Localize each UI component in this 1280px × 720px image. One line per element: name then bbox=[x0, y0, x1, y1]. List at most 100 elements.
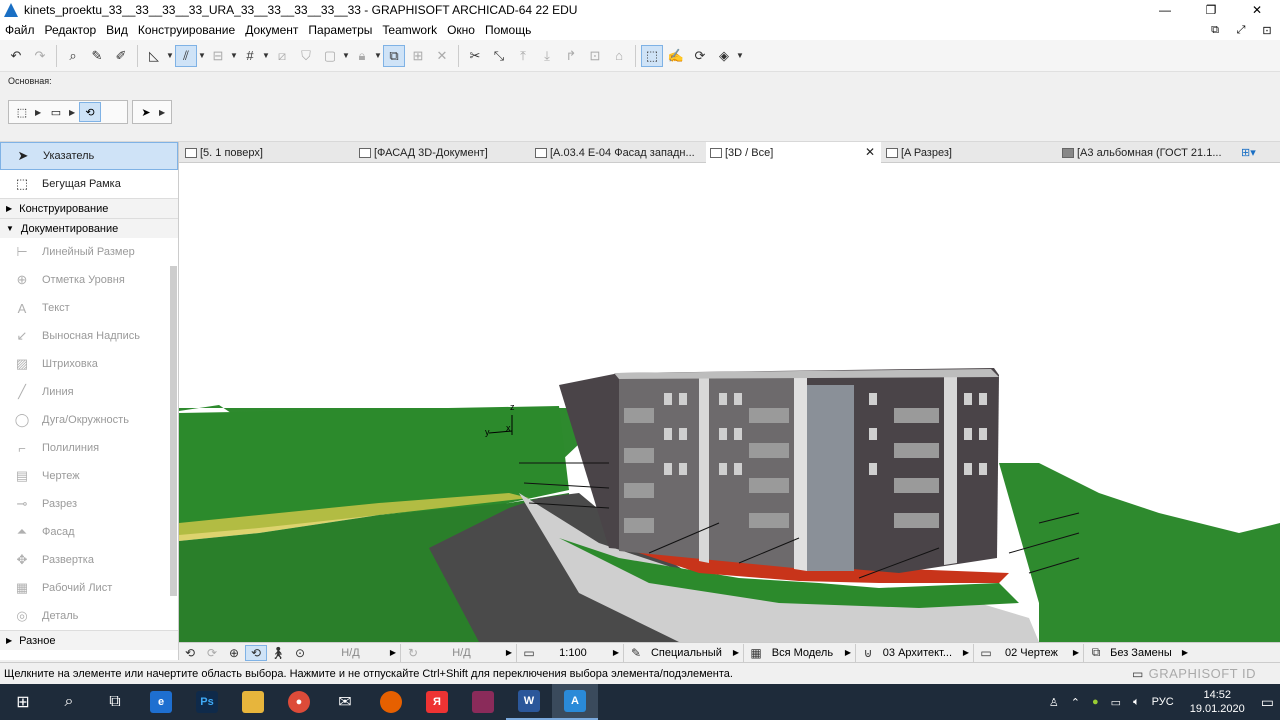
roof-icon[interactable]: ⌂ bbox=[608, 45, 630, 67]
pointer-icon[interactable]: ➤ bbox=[135, 102, 157, 122]
model-view-field[interactable]: ▦ Вся Модель ▶ bbox=[744, 643, 856, 662]
scrollbar-thumb[interactable] bbox=[170, 266, 177, 596]
zoom-in-icon[interactable]: ⊕ bbox=[223, 646, 245, 660]
minimize-button[interactable]: — bbox=[1142, 0, 1188, 20]
tool-text[interactable]: A Текст bbox=[0, 294, 178, 322]
section-design[interactable]: ▶ Конструирование bbox=[0, 198, 178, 218]
menu-edit[interactable]: Редактор bbox=[40, 23, 102, 37]
intersect-icon[interactable]: ⊡ bbox=[584, 45, 606, 67]
people-icon[interactable]: ♙ bbox=[1049, 696, 1059, 709]
tool-polyline[interactable]: ⌐ Полилиния bbox=[0, 434, 178, 462]
tab-3d-all[interactable]: [3D / Все] ✕ bbox=[706, 142, 881, 163]
chevron-down-icon[interactable]: ▼ bbox=[736, 51, 744, 60]
section-documentation[interactable]: ▼ Документирование bbox=[0, 218, 178, 238]
split-icon[interactable]: ⊞ bbox=[407, 45, 429, 67]
tab-list-button[interactable]: ⊞▾ bbox=[1237, 142, 1277, 163]
align-icon[interactable]: ⤓ bbox=[536, 45, 558, 67]
find-select-icon[interactable]: ⌕ bbox=[62, 45, 84, 67]
archicad-taskbar-icon[interactable]: A bbox=[552, 684, 598, 720]
edit-elements-icon[interactable]: ✍ bbox=[665, 45, 687, 67]
tool-detail[interactable]: ◎ Деталь bbox=[0, 602, 178, 630]
tool-marquee[interactable]: ⬚ Бегущая Рамка bbox=[0, 170, 178, 198]
app-tray-icon[interactable]: ● bbox=[1092, 696, 1099, 708]
tool-drawing[interactable]: ▤ Чертеж bbox=[0, 462, 178, 490]
tool-level[interactable]: ⊕ Отметка Уровня bbox=[0, 266, 178, 294]
trace-reference-icon[interactable]: ⧉ bbox=[383, 44, 405, 67]
tab-3d-document[interactable]: [ФАСАД 3D-Документ] bbox=[355, 142, 527, 163]
grid-snap-icon[interactable]: # bbox=[239, 45, 261, 67]
windows-start-icon[interactable]: ⊞ bbox=[0, 684, 46, 720]
photoshop-icon[interactable]: Ps bbox=[184, 684, 230, 720]
chevron-down-icon[interactable]: ▼ bbox=[262, 51, 270, 60]
selection-rotate-icon[interactable]: ⟲ bbox=[79, 102, 101, 122]
marquee-select-icon[interactable]: ⬚ bbox=[641, 44, 663, 67]
zoom-field[interactable]: Н/Д ▶ bbox=[311, 643, 401, 662]
menu-document[interactable]: Документ bbox=[240, 23, 303, 37]
tab-section[interactable]: [A Разрез] bbox=[882, 142, 1056, 163]
chevron-right-icon[interactable]: ▶ bbox=[159, 108, 167, 117]
fillet-icon[interactable]: ↱ bbox=[560, 45, 582, 67]
renovation-filter-field[interactable]: ⧉ Без Замены ▶ bbox=[1084, 644, 1192, 662]
notification-icon[interactable]: ▭ bbox=[1261, 694, 1274, 711]
file-explorer-icon[interactable] bbox=[230, 684, 276, 720]
selection-rect-icon[interactable]: ⬚ bbox=[11, 102, 33, 122]
magic-wand-icon[interactable]: ✎ bbox=[86, 45, 108, 67]
chevron-right-icon[interactable]: ▶ bbox=[35, 108, 43, 117]
chevron-right-icon[interactable]: ▶ bbox=[69, 108, 77, 117]
chevron-down-icon[interactable]: ▼ bbox=[198, 51, 206, 60]
tool-elevation[interactable]: ⏶ Фасад bbox=[0, 518, 178, 546]
close-doc-icon[interactable]: ⊡ bbox=[1254, 24, 1280, 37]
menu-window[interactable]: Окно bbox=[442, 23, 480, 37]
toolbox-scrollbar[interactable] bbox=[169, 252, 178, 632]
clock[interactable]: 14:52 19.01.2020 bbox=[1190, 688, 1245, 716]
tool-pointer[interactable]: ➤ Указатель bbox=[0, 142, 178, 170]
tool-line[interactable]: ╱ Линия bbox=[0, 378, 178, 406]
maximize-button[interactable]: ❐ bbox=[1188, 0, 1234, 20]
yandex-browser-icon[interactable]: Я bbox=[414, 684, 460, 720]
tab-floor-plan[interactable]: [5. 1 поверх] bbox=[181, 142, 353, 163]
eyedropper-icon[interactable]: ✐ bbox=[110, 45, 132, 67]
snap-guides-icon[interactable]: ⫽ bbox=[175, 44, 197, 67]
tool-arc[interactable]: ◯ Дуга/Окружность bbox=[0, 406, 178, 434]
tool-dimension[interactable]: ⊢ Линейный Размер bbox=[0, 238, 178, 266]
menu-help[interactable]: Помощь bbox=[480, 23, 536, 37]
trim-icon[interactable]: ✂ bbox=[464, 45, 486, 67]
edge-browser-icon[interactable]: e bbox=[138, 684, 184, 720]
task-view-icon[interactable]: ⧉ bbox=[92, 684, 138, 720]
mail-icon[interactable]: ✉ bbox=[322, 684, 368, 720]
resize-icon[interactable]: ✕ bbox=[431, 45, 453, 67]
tool-fill[interactable]: ▨ Штриховка bbox=[0, 350, 178, 378]
group-icon[interactable]: ▢ bbox=[319, 45, 341, 67]
menu-view[interactable]: Вид bbox=[101, 23, 133, 37]
graphisoft-id-link[interactable]: GRAPHISOFT ID bbox=[1149, 666, 1280, 681]
selection-poly-icon[interactable]: ▭ bbox=[45, 102, 67, 122]
show-hidden-icons-icon[interactable]: ⌃ bbox=[1071, 696, 1080, 709]
menu-options[interactable]: Параметры bbox=[303, 23, 377, 37]
restore-doc-icon[interactable]: ⧉ bbox=[1202, 24, 1228, 37]
tab-layout[interactable]: [А3 альбомная (ГОСТ 21.1... bbox=[1058, 142, 1232, 163]
chevron-down-icon[interactable]: ▼ bbox=[166, 51, 174, 60]
layer-icon[interactable]: ⛉ bbox=[295, 45, 317, 67]
redo-view-icon[interactable]: ⟳ bbox=[201, 646, 223, 660]
menu-design[interactable]: Конструирование bbox=[133, 23, 240, 37]
undo-icon[interactable]: ↶ bbox=[5, 45, 27, 67]
lock-icon[interactable]: 🔒︎ bbox=[351, 45, 373, 67]
tool-section[interactable]: ⊸ Разрез bbox=[0, 490, 178, 518]
menu-file[interactable]: Файл bbox=[0, 23, 40, 37]
offset-icon[interactable]: ⤒ bbox=[512, 45, 534, 67]
3d-explore-icon[interactable]: ⟳ bbox=[689, 45, 711, 67]
penset-field[interactable]: ✎ Специальный ▶ bbox=[624, 643, 744, 662]
tool-label[interactable]: ↙ Выносная Надпись bbox=[0, 322, 178, 350]
redo-icon[interactable]: ↷ bbox=[29, 45, 51, 67]
tool-interior-elevation[interactable]: ✥ Развертка bbox=[0, 546, 178, 574]
walk-icon[interactable]: 🚶︎ bbox=[267, 646, 289, 660]
chrome-icon[interactable]: ● bbox=[276, 684, 322, 720]
suspend-groups-icon[interactable]: ⧄ bbox=[271, 45, 293, 67]
angle-field[interactable]: ↻ Н/Д ▶ bbox=[401, 643, 517, 662]
winrar-icon[interactable] bbox=[460, 684, 506, 720]
dimension-style-field[interactable]: ▭ 02 Чертеж ▶ bbox=[974, 643, 1084, 662]
network-icon[interactable]: ▭ bbox=[1111, 696, 1121, 709]
tool-worksheet[interactable]: ▦ Рабочий Лист bbox=[0, 574, 178, 602]
section-misc[interactable]: ▶ Разное bbox=[0, 630, 178, 650]
chevron-down-icon[interactable]: ▼ bbox=[374, 51, 382, 60]
